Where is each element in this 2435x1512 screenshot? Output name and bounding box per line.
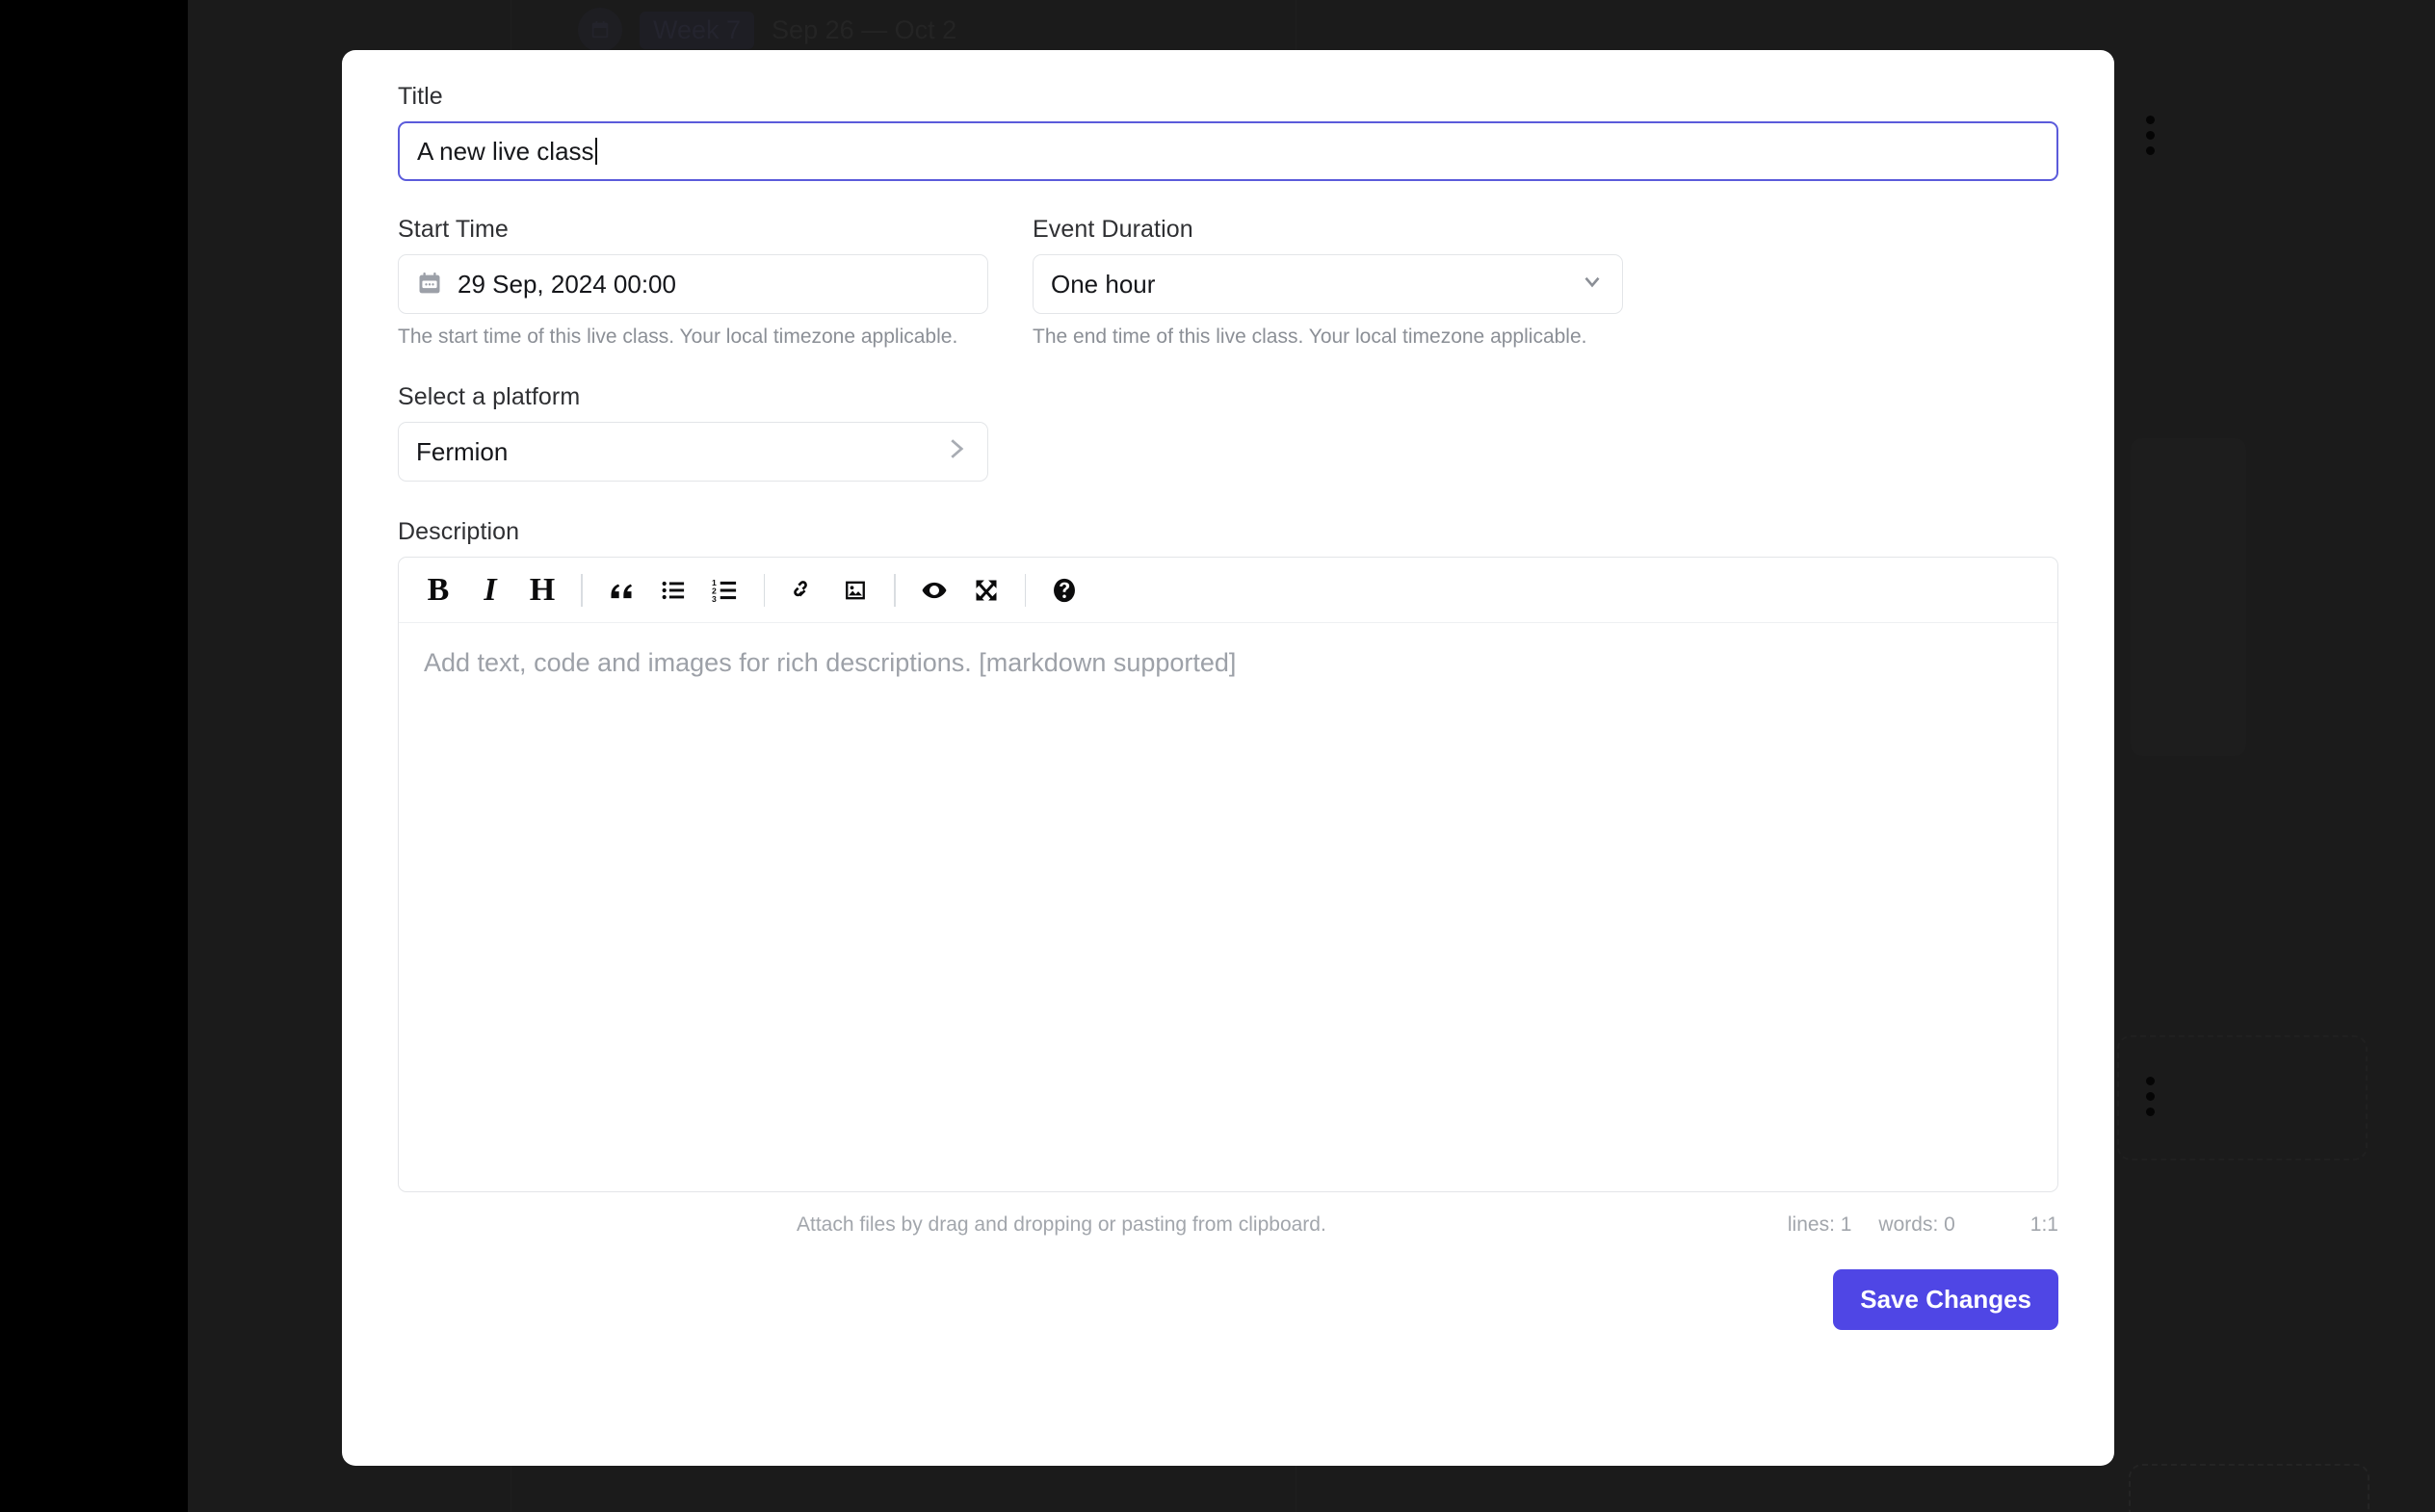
background-card [2131,438,2246,756]
bold-icon[interactable]: B [412,566,464,614]
toolbar-divider [1024,573,1026,607]
text-caret [594,138,597,165]
start-time-help: The start time of this live class. Your … [398,326,958,348]
description-label: Description [398,518,520,545]
start-time-label: Start Time [398,216,509,243]
description-group: Description B I H 123 Add text, code and… [398,518,2058,1237]
event-duration-group: Event Duration One hour The end time of … [1033,216,1623,349]
fullscreen-icon[interactable] [960,566,1012,614]
quote-icon[interactable] [595,566,647,614]
calendar-icon [416,271,443,298]
title-field-group: Title A new live class [398,83,2058,181]
toolbar-divider [894,573,896,607]
description-textarea[interactable]: Add text, code and images for rich descr… [399,623,2057,1191]
platform-value: Fermion [416,436,509,466]
image-icon[interactable] [829,566,881,614]
event-duration-help: The end time of this live class. Your lo… [1033,326,1587,348]
platform-label: Select a platform [398,383,581,410]
event-duration-label: Event Duration [1033,216,1193,243]
toolbar-divider [763,573,765,607]
editor-status-bar: Attach files by drag and dropping or pas… [398,1213,2058,1237]
vertical-dots-icon[interactable] [2146,116,2155,155]
lines-count: lines: 1 [1787,1213,1852,1236]
background-sidebar [0,0,188,1512]
start-time-input[interactable]: 29 Sep, 2024 00:00 [398,254,988,314]
italic-icon[interactable]: I [464,566,516,614]
svg-text:3: 3 [712,594,717,604]
title-input[interactable]: A new live class [398,121,2058,181]
background-week-label: Week 7 [640,11,755,49]
link-icon[interactable] [777,566,829,614]
markdown-editor: B I H 123 Add text, code and images for … [398,557,2058,1192]
heading-icon[interactable]: H [516,566,568,614]
attach-hint: Attach files by drag and dropping or pas… [797,1213,1326,1236]
save-changes-button[interactable]: Save Changes [1833,1269,2058,1330]
background-dashed-card [2129,1464,2370,1512]
toolbar-divider [581,573,583,607]
calendar-icon [578,8,622,52]
background-dashed-card [2117,1035,2368,1160]
title-label: Title [398,83,443,110]
cursor-position: 1:1 [2029,1213,2058,1236]
words-count: words: 0 [1878,1213,1955,1236]
start-time-value: 29 Sep, 2024 00:00 [458,269,676,299]
app-root: Week 7 Sep 26 — Oct 2 Title A new live c… [0,0,2435,1512]
event-duration-select[interactable]: One hour [1033,254,1623,314]
help-icon[interactable] [1038,566,1090,614]
chevron-down-icon [1580,269,1605,300]
editor-toolbar: B I H 123 [399,558,2057,623]
time-row: Start Time 29 Sep, 2024 00:00 The start … [398,216,2058,349]
start-time-group: Start Time 29 Sep, 2024 00:00 The start … [398,216,988,349]
chevron-right-icon [941,434,970,470]
preview-eye-icon[interactable] [908,566,960,614]
platform-select[interactable]: Fermion [398,422,988,482]
live-class-modal: Title A new live class Start Time 29 Sep… [342,50,2114,1466]
title-input-value: A new live class [417,136,594,166]
event-duration-value: One hour [1051,269,1156,299]
background-week-range: Sep 26 — Oct 2 [772,14,957,44]
unordered-list-icon[interactable] [647,566,699,614]
modal-footer: Save Changes [398,1269,2058,1330]
platform-group: Select a platform Fermion [398,383,988,482]
ordered-list-icon[interactable]: 123 [699,566,751,614]
background-week-header: Week 7 Sep 26 — Oct 2 [578,8,956,52]
